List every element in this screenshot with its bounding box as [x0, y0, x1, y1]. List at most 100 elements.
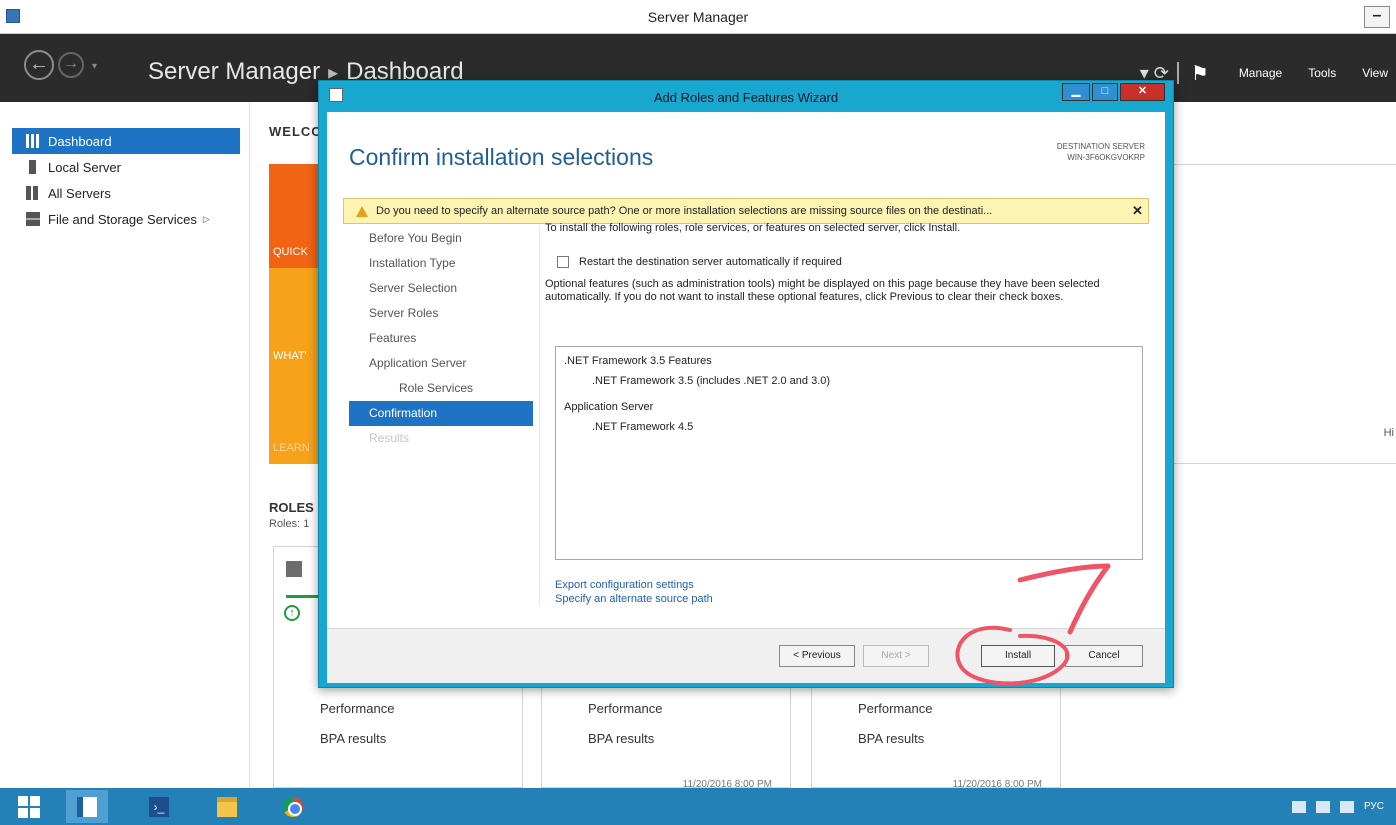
volume-icon[interactable]	[1339, 800, 1354, 813]
taskbar-server-manager[interactable]	[66, 790, 108, 823]
install-button[interactable]: Install	[981, 645, 1055, 667]
previous-button[interactable]: < Previous	[779, 645, 855, 667]
input-language[interactable]: РУС	[1364, 801, 1384, 812]
cancel-button[interactable]: Cancel	[1065, 645, 1143, 667]
wizard-steps: Before You Begin Installation Type Serve…	[349, 226, 533, 451]
folder-icon	[217, 797, 237, 817]
notifications-flag-icon[interactable]: ⚑	[1191, 61, 1209, 86]
warning-icon	[356, 205, 368, 217]
back-button[interactable]: ←	[24, 50, 54, 80]
wizard-title: Add Roles and Features Wizard	[653, 90, 839, 105]
welcome-heading: WELCO	[269, 124, 323, 139]
welcome-right-panel: Hi	[1171, 164, 1396, 464]
breadcrumb-root[interactable]: Server Manager	[148, 58, 320, 85]
wizard-links: Export configuration settings Specify an…	[555, 578, 713, 606]
servers-icon	[26, 186, 40, 200]
hide-link[interactable]: Hi	[1384, 427, 1394, 439]
destination-server-name: WIN-3F6OKGVOKRP	[1067, 153, 1145, 162]
taskbar-chrome[interactable]	[272, 790, 314, 823]
minimize-button[interactable]: –	[1364, 6, 1390, 28]
tools-menu[interactable]: Tools	[1308, 66, 1336, 80]
warning-close-button[interactable]: ✕	[1132, 203, 1143, 219]
back-arrow-icon: ←	[29, 53, 49, 75]
dashboard-icon	[26, 134, 40, 148]
restart-label[interactable]: Restart the destination server automatic…	[579, 256, 842, 268]
step-confirmation[interactable]: Confirmation	[349, 401, 533, 426]
selections-list[interactable]: .NET Framework 3.5 Features .NET Framewo…	[555, 346, 1143, 560]
wizard-close-button[interactable]: ✕	[1120, 83, 1165, 101]
windows-logo-icon	[18, 796, 28, 806]
sidebar-item-all-servers[interactable]: All Servers	[12, 180, 240, 206]
start-button[interactable]	[18, 796, 40, 818]
wizard-titlebar[interactable]: Add Roles and Features Wizard ▁ □ ✕	[319, 81, 1173, 111]
taskbar: ›_ РУС	[0, 788, 1396, 825]
sidebar-item-label: Local Server	[48, 159, 121, 175]
wizard-minimize-button[interactable]: ▁	[1062, 83, 1090, 101]
sidebar: Dashboard Local Server All Servers File …	[0, 102, 250, 788]
add-roles-wizard: Add Roles and Features Wizard ▁ □ ✕ Conf…	[318, 80, 1174, 688]
warning-text: Do you need to specify an alternate sour…	[376, 205, 993, 217]
sidebar-item-local-server[interactable]: Local Server	[12, 154, 240, 180]
server-manager-icon	[77, 797, 97, 817]
restart-checkbox-row[interactable]: Restart the destination server automatic…	[557, 256, 842, 268]
alternate-source-link[interactable]: Specify an alternate source path	[555, 592, 713, 606]
sidebar-item-label: File and Storage Services	[48, 211, 197, 227]
performance-link[interactable]: Performance	[588, 701, 662, 716]
export-configuration-link[interactable]: Export configuration settings	[555, 578, 713, 592]
taskbar-powershell[interactable]: ›_	[138, 790, 180, 823]
server-manager-titlebar: Server Manager –	[0, 0, 1396, 34]
step-results: Results	[369, 431, 410, 445]
forward-button[interactable]: →	[58, 52, 84, 78]
window-title: Server Manager	[647, 9, 749, 25]
roles-heading: ROLES	[269, 500, 314, 515]
wizard-maximize-button[interactable]: □	[1092, 83, 1118, 101]
sidebar-item-file-storage[interactable]: File and Storage Services ▷	[12, 206, 240, 232]
roles-count: Roles: 1	[269, 518, 310, 530]
sidebar-item-label: Dashboard	[48, 133, 112, 149]
performance-link[interactable]: Performance	[858, 701, 932, 716]
step-features[interactable]: Features	[349, 326, 533, 351]
selection-item: .NET Framework 3.5 (includes .NET 2.0 an…	[592, 375, 831, 387]
restart-checkbox[interactable]	[557, 256, 569, 268]
step-server-roles[interactable]: Server Roles	[349, 301, 533, 326]
warning-banner[interactable]: Do you need to specify an alternate sour…	[343, 198, 1149, 224]
windows-logo-icon	[18, 808, 28, 818]
chevron-right-icon[interactable]: ▷	[203, 214, 210, 225]
step-role-services[interactable]: Role Services	[349, 376, 533, 401]
action-center-icon[interactable]	[1315, 800, 1330, 813]
server-icon	[29, 160, 36, 174]
selection-item: .NET Framework 4.5	[592, 421, 694, 433]
step-before-you-begin[interactable]: Before You Begin	[349, 226, 533, 251]
taskbar-file-explorer[interactable]	[206, 790, 248, 823]
performance-link[interactable]: Performance	[320, 701, 394, 716]
optional-features-text: Optional features (such as administratio…	[545, 278, 1100, 303]
step-server-selection[interactable]: Server Selection	[349, 276, 533, 301]
history-dropdown-icon[interactable]: ▾	[92, 61, 97, 72]
windows-logo-icon	[30, 796, 40, 806]
wizard-body: Confirm installation selections DESTINAT…	[327, 112, 1165, 683]
bpa-results-link[interactable]: BPA results	[320, 731, 386, 746]
destination-server-label: DESTINATION SERVER	[1056, 142, 1145, 151]
status-up-icon: ↑	[284, 605, 300, 621]
header-actions: ▾ ⟳ ⚑ Manage Tools View	[1140, 58, 1396, 88]
next-button: Next >	[863, 645, 929, 667]
sidebar-item-dashboard[interactable]: Dashboard	[12, 128, 240, 154]
bpa-results-link[interactable]: BPA results	[858, 731, 924, 746]
bpa-results-link[interactable]: BPA results	[588, 731, 654, 746]
powershell-icon: ›_	[149, 797, 169, 817]
nav-divider	[539, 226, 540, 606]
manage-menu[interactable]: Manage	[1239, 66, 1282, 80]
step-installation-type[interactable]: Installation Type	[349, 251, 533, 276]
selection-group: .NET Framework 3.5 Features	[564, 355, 712, 367]
selection-group: Application Server	[564, 401, 654, 413]
sidebar-item-label: All Servers	[48, 185, 111, 201]
chrome-icon	[283, 797, 303, 817]
confirmation-panel: To install the following roles, role ser…	[545, 222, 1151, 605]
tile-label: LEARN	[273, 442, 310, 454]
tile-label: QUICK	[273, 246, 308, 258]
network-icon[interactable]	[1291, 800, 1306, 813]
system-tray: РУС	[1291, 788, 1384, 825]
step-application-server[interactable]: Application Server	[349, 351, 533, 376]
intro-text: To install the following roles, role ser…	[545, 222, 961, 234]
view-menu[interactable]: View	[1362, 66, 1388, 80]
